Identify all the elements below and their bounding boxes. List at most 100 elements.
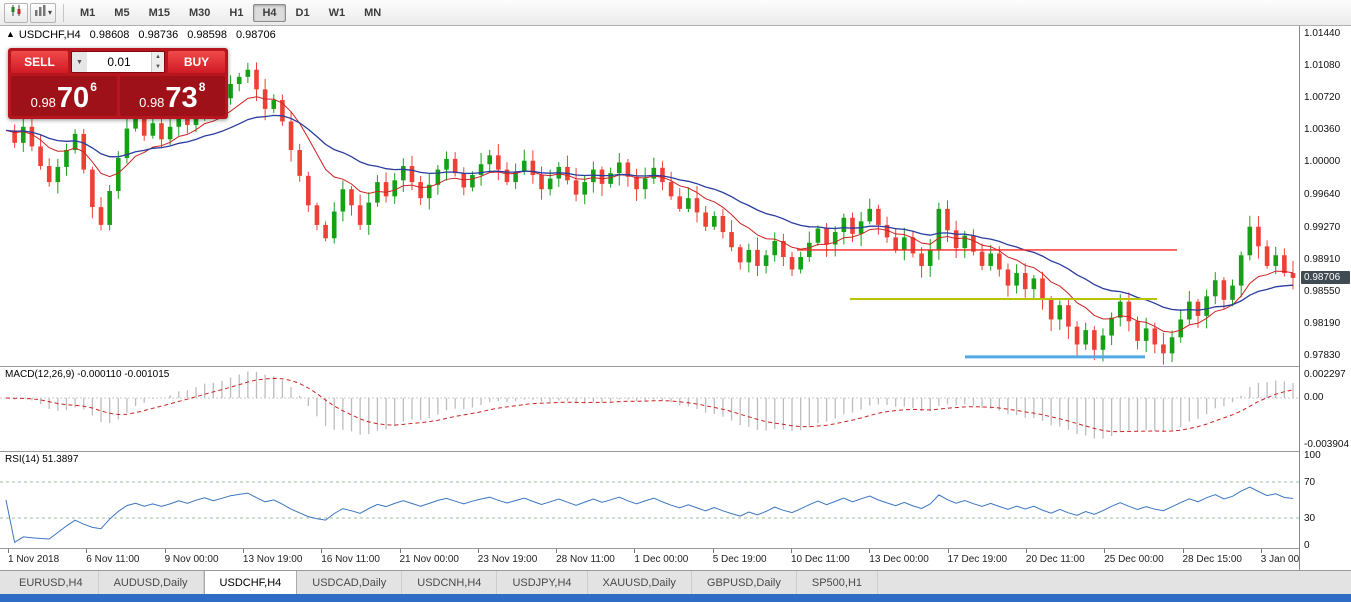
timeframe-m1[interactable]: M1: [71, 4, 104, 22]
macd-panel[interactable]: MACD(12,26,9) -0.000110 -0.001015: [0, 367, 1299, 451]
chevron-down-icon: ▾: [48, 9, 52, 17]
tab-gbpusd-daily[interactable]: GBPUSD,Daily: [692, 571, 797, 594]
time-axis-tick: [8, 549, 9, 553]
time-axis-label: 9 Nov 00:00: [165, 554, 219, 565]
price-chart-panel[interactable]: ▲ USDCHF,H4 0.98608 0.98736 0.98598 0.98…: [0, 26, 1299, 366]
chart-symbol: USDCHF,H4: [19, 29, 81, 41]
taskbar-strip: [0, 594, 1351, 602]
time-axis-label: 13 Dec 00:00: [869, 554, 929, 565]
time-axis-label: 17 Dec 19:00: [948, 554, 1008, 565]
candlestick-chart-icon: [9, 4, 23, 22]
time-axis-tick: [791, 549, 792, 553]
price-scale-label: 0.98190: [1304, 318, 1340, 329]
ohlc-info-line: ▲ USDCHF,H4 0.98608 0.98736 0.98598 0.98…: [6, 29, 276, 41]
price-scale-label: 1.00360: [1304, 124, 1340, 135]
sell-price-pip: 6: [90, 80, 97, 94]
buy-price-prefix: 0.98: [139, 95, 164, 110]
tab-xauusd-daily[interactable]: XAUUSD,Daily: [588, 571, 692, 594]
charts-column: ▲ USDCHF,H4 0.98608 0.98736 0.98598 0.98…: [0, 26, 1299, 570]
timeframe-w1[interactable]: W1: [320, 4, 355, 22]
macd-scale-label: -0.003904: [1304, 439, 1349, 450]
sell-price[interactable]: 0.98 70 6: [11, 76, 117, 116]
timeframe-m30[interactable]: M30: [180, 4, 219, 22]
ohlc-high: 0.98736: [138, 29, 178, 41]
price-scale-column[interactable]: 1.014401.010801.007201.003601.000000.996…: [1299, 26, 1351, 570]
time-axis-tick: [556, 549, 557, 553]
rsi-scale-label: 30: [1304, 513, 1315, 524]
chart-workspace: ▲ USDCHF,H4 0.98608 0.98736 0.98598 0.98…: [0, 26, 1351, 570]
timeframe-buttons: M1M5M15M30H1H4D1W1MN: [71, 4, 390, 22]
buy-price-pip: 8: [199, 80, 206, 94]
buy-price-big: 73: [165, 84, 197, 113]
rsi-panel[interactable]: RSI(14) 51.3897: [0, 452, 1299, 548]
tab-usdjpy-h4[interactable]: USDJPY,H4: [497, 571, 587, 594]
tab-eurusd-h4[interactable]: EURUSD,H4: [4, 571, 99, 594]
time-axis-tick: [634, 549, 635, 553]
time-axis-label: 13 Nov 19:00: [243, 554, 303, 565]
rsi-label: RSI(14) 51.3897: [5, 454, 78, 465]
tab-audusd-daily[interactable]: AUDUSD,Daily: [99, 571, 204, 594]
time-axis-tick: [713, 549, 714, 553]
tab-usdcad-daily[interactable]: USDCAD,Daily: [297, 571, 402, 594]
time-axis-tick: [869, 549, 870, 553]
rsi-chart: [0, 452, 1299, 548]
buy-price[interactable]: 0.98 73 8: [120, 76, 226, 116]
timeframe-h1[interactable]: H1: [220, 4, 252, 22]
time-axis-tick: [1183, 549, 1184, 553]
time-axis-tick: [243, 549, 244, 553]
time-axis-label: 1 Nov 2018: [8, 554, 59, 565]
sell-button[interactable]: SELL: [11, 51, 68, 73]
macd-scale-label: 0.002297: [1304, 369, 1346, 380]
ohlc-open: 0.98608: [90, 29, 130, 41]
buy-button[interactable]: BUY: [168, 51, 225, 73]
current-price-badge: 0.98706: [1301, 271, 1350, 284]
time-axis-label: 10 Dec 11:00: [791, 554, 850, 565]
time-axis-label: 28 Dec 15:00: [1183, 554, 1243, 565]
time-axis-tick: [400, 549, 401, 553]
time-axis-label: 23 Nov 19:00: [478, 554, 538, 565]
rsi-scale-label: 70: [1304, 477, 1315, 488]
volume-increase-icon[interactable]: ▲: [152, 52, 164, 62]
tab-usdchf-h4[interactable]: USDCHF,H4: [204, 571, 298, 594]
timeframe-mn[interactable]: MN: [355, 4, 390, 22]
top-toolbar: ▾ M1M5M15M30H1H4D1W1MN: [0, 0, 1351, 26]
time-axis-label: 6 Nov 11:00: [86, 554, 139, 565]
time-axis-tick: [1104, 549, 1105, 553]
rsi-scale-label: 100: [1304, 450, 1321, 461]
timeframe-m5[interactable]: M5: [105, 4, 138, 22]
time-axis-label: 28 Nov 11:00: [556, 554, 615, 565]
time-axis-label: 20 Dec 11:00: [1026, 554, 1085, 565]
time-axis-label: 16 Nov 11:00: [321, 554, 380, 565]
timeframe-m15[interactable]: M15: [140, 4, 179, 22]
time-axis-tick: [165, 549, 166, 553]
price-scale-label: 0.97830: [1304, 350, 1340, 361]
sell-price-prefix: 0.98: [31, 95, 56, 110]
volume-decrease-icon[interactable]: ▼: [152, 62, 164, 72]
price-scale-label: 1.01080: [1304, 60, 1340, 71]
time-axis-label: 25 Dec 00:00: [1104, 554, 1164, 565]
ohlc-close: 0.98706: [236, 29, 276, 41]
volume-control: ▼ 0.01 ▲ ▼: [71, 51, 165, 73]
time-axis-tick: [1026, 549, 1027, 553]
macd-label: MACD(12,26,9) -0.000110 -0.001015: [5, 369, 169, 380]
timeframe-d1[interactable]: D1: [287, 4, 319, 22]
time-axis-tick: [948, 549, 949, 553]
price-scale-label: 0.98910: [1304, 254, 1340, 265]
price-scale-label: 1.01440: [1304, 28, 1340, 39]
toolbar-separator: [63, 4, 64, 22]
tab-usdcnh-h4[interactable]: USDCNH,H4: [402, 571, 497, 594]
time-axis[interactable]: 1 Nov 2018 6 Nov 11:00 9 Nov 00:00 13 Nov 1…: [0, 548, 1299, 570]
time-axis-label: 5 Dec 19:00: [713, 554, 767, 565]
time-axis-tick: [321, 549, 322, 553]
chart-window-button[interactable]: [4, 3, 28, 23]
volume-dropdown-icon[interactable]: ▼: [72, 52, 87, 72]
macd-scale-label: 0.00: [1304, 392, 1323, 403]
price-scale-label: 0.99270: [1304, 222, 1340, 233]
price-scale-label: 1.00000: [1304, 156, 1340, 167]
volume-input[interactable]: 0.01: [87, 52, 151, 72]
timeframe-h4[interactable]: H4: [253, 4, 285, 22]
tab-sp500-h1[interactable]: SP500,H1: [797, 571, 878, 594]
bar-chart-icon: [34, 4, 46, 22]
chart-type-dropdown-button[interactable]: ▾: [30, 3, 56, 23]
time-axis-tick: [478, 549, 479, 553]
